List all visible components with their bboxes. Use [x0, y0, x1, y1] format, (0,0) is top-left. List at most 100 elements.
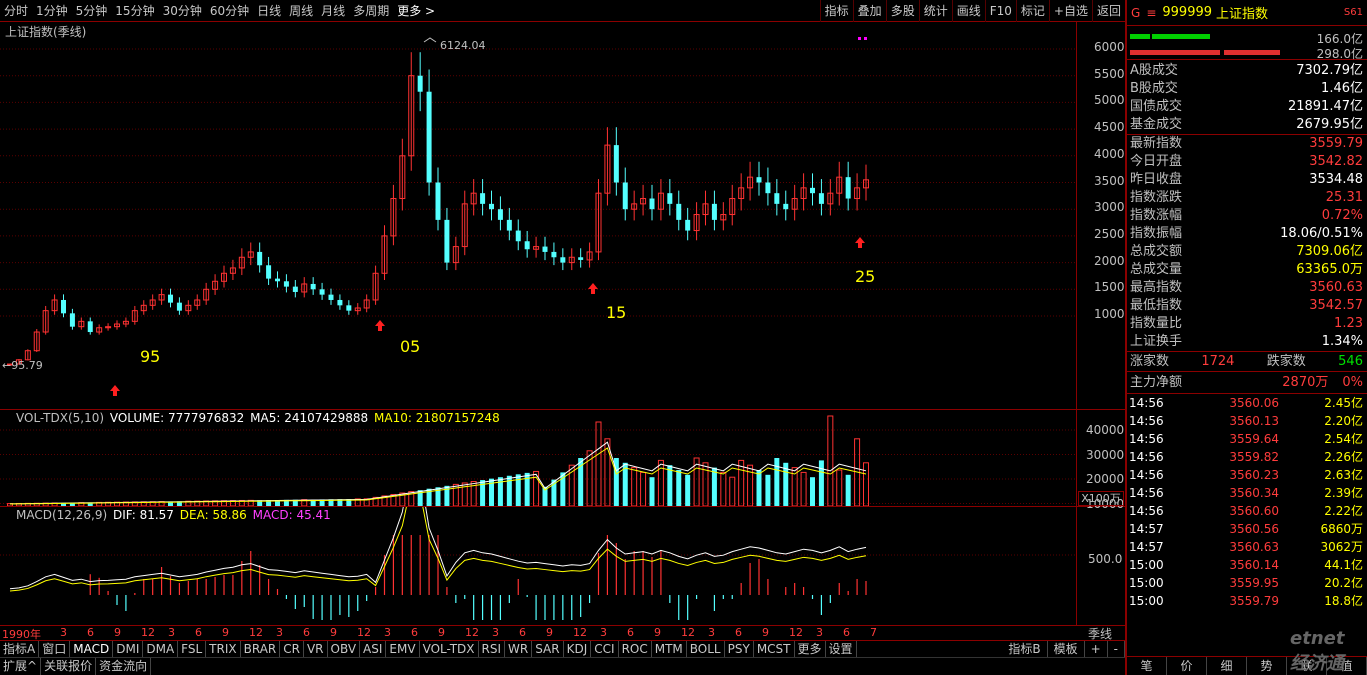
period-tab-6[interactable]: 日线	[253, 0, 285, 22]
tick-row[interactable]: 14:56 3560.23 2.63亿	[1127, 466, 1367, 484]
indicator-right-tab-1[interactable]: 模板	[1048, 641, 1085, 657]
main-y-tick: 2500	[1094, 226, 1125, 241]
tick-row[interactable]: 14:56 3559.64 2.54亿	[1127, 430, 1367, 448]
toolbar-button-7[interactable]: +自选	[1048, 0, 1092, 22]
stat-row: 总成交额 7309.06亿	[1127, 243, 1367, 261]
stat-value: 3560.63	[1309, 280, 1363, 295]
indicator-tab-25[interactable]: 设置	[826, 641, 857, 657]
indicator-tab-12[interactable]: EMV	[386, 641, 420, 657]
indicator-tab-5[interactable]: FSL	[178, 641, 207, 657]
candle-body	[176, 302, 182, 311]
period-tab-4[interactable]: 30分钟	[159, 0, 206, 22]
indicator-tab-24[interactable]: 更多	[795, 641, 826, 657]
indicator-tab-7[interactable]: BRAR	[241, 641, 281, 657]
quote-tab-1[interactable]: 价	[1167, 657, 1207, 675]
toolbar-button-8[interactable]: 返回	[1091, 0, 1125, 22]
volume-chart[interactable]	[0, 410, 1076, 506]
indicator-tab-20[interactable]: MTM	[652, 641, 687, 657]
indicator-tab-11[interactable]: ASI	[360, 641, 387, 657]
tick-row[interactable]: 14:56 3560.60 2.22亿	[1127, 502, 1367, 520]
macd-chart[interactable]	[0, 507, 1076, 625]
volume-y-tick: 40000	[1086, 423, 1125, 437]
tick-volume: 2.26亿	[1324, 450, 1363, 464]
stat-value: 7302.79亿	[1296, 63, 1363, 78]
toolbar-button-2[interactable]: 多股	[885, 0, 919, 22]
indicator-right-tabs: 指标B 模板 + -	[1002, 641, 1125, 657]
volume-bar	[800, 471, 807, 506]
candle-body	[578, 257, 584, 260]
extension-tab-1[interactable]: 关联报价	[41, 658, 97, 675]
period-tab-10[interactable]: 更多 >	[393, 0, 439, 22]
toolbar-button-0[interactable]: 指标	[819, 0, 853, 22]
indicator-tab-14[interactable]: RSI	[479, 641, 506, 657]
indicator-tab-2[interactable]: MACD	[70, 641, 114, 657]
tick-volume: 3062万	[1320, 540, 1363, 554]
indicator-tab-9[interactable]: VR	[304, 641, 328, 657]
indicator-tab-18[interactable]: CCI	[591, 641, 619, 657]
stat-row: 今日开盘 3542.82	[1127, 153, 1367, 171]
quote-tab-3[interactable]: 势	[1247, 657, 1287, 675]
quote-tab-2[interactable]: 细	[1207, 657, 1247, 675]
tick-price: 3559.79	[1229, 594, 1279, 608]
stat-row: 指数涨幅 0.72%	[1127, 207, 1367, 225]
indicator-right-tab-2[interactable]: +	[1085, 641, 1108, 657]
indicator-tab-19[interactable]: ROC	[619, 641, 652, 657]
period-tab-2[interactable]: 5分钟	[72, 0, 112, 22]
extension-tab-2[interactable]: 资金流向	[96, 658, 152, 675]
tick-list[interactable]: 14:56 3560.06 2.45亿 14:56 3560.13 2.20亿 14:56 3…	[1127, 394, 1367, 610]
period-tab-5[interactable]: 60分钟	[206, 0, 253, 22]
indicator-right-tab-3[interactable]: -	[1108, 641, 1125, 657]
toolbar-button-1[interactable]: 叠加	[852, 0, 886, 22]
indicator-tab-16[interactable]: SAR	[532, 641, 564, 657]
tick-row[interactable]: 14:57 3560.63 3062万	[1127, 538, 1367, 556]
toolbar-button-4[interactable]: 画线	[951, 0, 985, 22]
g-icon[interactable]: G	[1131, 6, 1140, 20]
tick-row[interactable]: 15:00 3560.14 44.1亿	[1127, 556, 1367, 574]
indicator-tab-22[interactable]: PSY	[725, 641, 754, 657]
indicator-tab-10[interactable]: OBV	[328, 641, 361, 657]
main-flow-label: 主力净额	[1130, 375, 1183, 390]
indicator-tab-8[interactable]: CR	[280, 641, 304, 657]
indicator-tab-13[interactable]: VOL-TDX	[420, 641, 479, 657]
indicator-tab-23[interactable]: MCST	[754, 641, 795, 657]
indicator-tab-6[interactable]: TRIX	[206, 641, 241, 657]
extension-tab-0[interactable]: 扩展^	[0, 658, 42, 675]
indicator-tab-15[interactable]: WR	[505, 641, 533, 657]
tick-time: 15:00	[1129, 594, 1164, 608]
period-tab-1[interactable]: 1分钟	[32, 0, 72, 22]
tick-row[interactable]: 14:56 3559.82 2.26亿	[1127, 448, 1367, 466]
toolbar-button-6[interactable]: 标记	[1015, 0, 1049, 22]
up-label: 涨家数	[1130, 354, 1170, 369]
period-tab-9[interactable]: 多周期	[349, 0, 393, 22]
quote-tab-0[interactable]: 笔	[1127, 657, 1167, 675]
indicator-tab-1[interactable]: 窗口	[39, 641, 71, 657]
indicator-tab-21[interactable]: BOLL	[687, 641, 725, 657]
tick-row[interactable]: 14:57 3560.56 6860万	[1127, 520, 1367, 538]
tick-row[interactable]: 14:56 3560.13 2.20亿	[1127, 412, 1367, 430]
up-count: 1724	[1201, 354, 1235, 369]
tick-row[interactable]: 14:56 3560.06 2.45亿	[1127, 394, 1367, 412]
toolbar-button-3[interactable]: 统计	[918, 0, 952, 22]
stat-label: A股成交	[1130, 63, 1178, 78]
index-stats: 最新指数 3559.79 今日开盘 3542.82 昨日收盘 3534.48 指数涨跌 25.…	[1127, 135, 1367, 352]
tick-row[interactable]: 15:00 3559.79 18.8亿	[1127, 592, 1367, 610]
menu-icon[interactable]: ≡	[1146, 6, 1156, 20]
indicator-tab-3[interactable]: DMI	[113, 641, 144, 657]
period-tab-3[interactable]: 15分钟	[111, 0, 158, 22]
indicator-tab-4[interactable]: DMA	[143, 641, 179, 657]
indicator-right-tab-0[interactable]: 指标B	[1002, 641, 1048, 657]
candle-body	[87, 321, 93, 333]
tick-row[interactable]: 15:00 3559.95 20.2亿	[1127, 574, 1367, 592]
indicator-tab-0[interactable]: 指标A	[0, 641, 40, 657]
stock-name: 上证指数	[1216, 7, 1269, 22]
candle-body	[711, 203, 717, 220]
period-tab-8[interactable]: 月线	[317, 0, 349, 22]
period-tab-7[interactable]: 周线	[285, 0, 317, 22]
high-pointer	[423, 37, 437, 43]
tick-row[interactable]: 14:56 3560.34 2.39亿	[1127, 484, 1367, 502]
toolbar-button-5[interactable]: F10	[984, 0, 1016, 22]
up-arrow-icon	[588, 283, 598, 294]
period-tab-0[interactable]: 分时	[0, 0, 32, 22]
candlestick-chart[interactable]: 95 05 15 25 6124.04 ←95.79	[0, 22, 1076, 409]
indicator-tab-17[interactable]: KDJ	[564, 641, 592, 657]
